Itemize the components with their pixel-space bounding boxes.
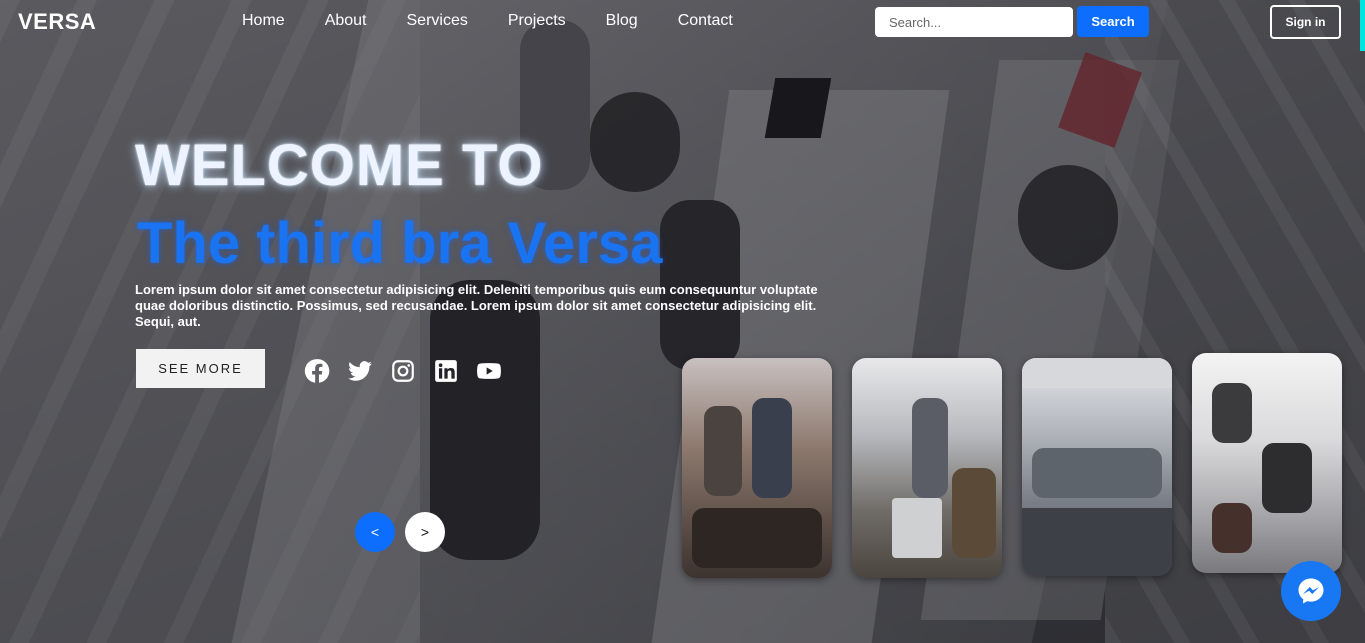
hero-description: Lorem ipsum dolor sit amet consectetur a…	[135, 282, 818, 329]
hero-title: WELCOME TO	[135, 133, 544, 198]
hero-subtitle: The third bra Versa	[137, 211, 663, 276]
social-links	[304, 358, 502, 384]
carousel-prev-button[interactable]: <	[355, 512, 395, 552]
twitter-icon[interactable]	[347, 358, 373, 384]
nav-link-projects[interactable]: Projects	[508, 12, 566, 30]
search-button[interactable]: Search	[1077, 6, 1149, 37]
gallery-card-open-office[interactable]	[1022, 358, 1172, 576]
nav-link-contact[interactable]: Contact	[678, 12, 733, 30]
gallery-card-office-meeting[interactable]	[852, 358, 1002, 578]
messenger-icon	[1298, 578, 1324, 604]
nav-link-about[interactable]: About	[325, 12, 367, 30]
search-input[interactable]	[875, 7, 1073, 37]
carousel-next-button[interactable]: >	[405, 512, 445, 552]
messenger-chat-button[interactable]	[1281, 561, 1341, 621]
gallery-card-team-highfive[interactable]	[682, 358, 832, 578]
facebook-icon[interactable]	[304, 358, 330, 384]
see-more-button[interactable]: SEE MORE	[136, 349, 265, 388]
nav-link-services[interactable]: Services	[407, 12, 468, 30]
nav-links: Home About Services Projects Blog Contac…	[242, 12, 773, 30]
navbar: VERSA Home About Services Projects Blog …	[0, 0, 1365, 43]
logo[interactable]: VERSA	[18, 9, 96, 35]
gallery-card-overhead-office[interactable]	[1192, 353, 1342, 573]
instagram-icon[interactable]	[390, 358, 416, 384]
nav-link-blog[interactable]: Blog	[606, 12, 638, 30]
linkedin-icon[interactable]	[433, 358, 459, 384]
sign-in-button[interactable]: Sign in	[1270, 5, 1341, 39]
youtube-icon[interactable]	[476, 358, 502, 384]
nav-link-home[interactable]: Home	[242, 12, 285, 30]
